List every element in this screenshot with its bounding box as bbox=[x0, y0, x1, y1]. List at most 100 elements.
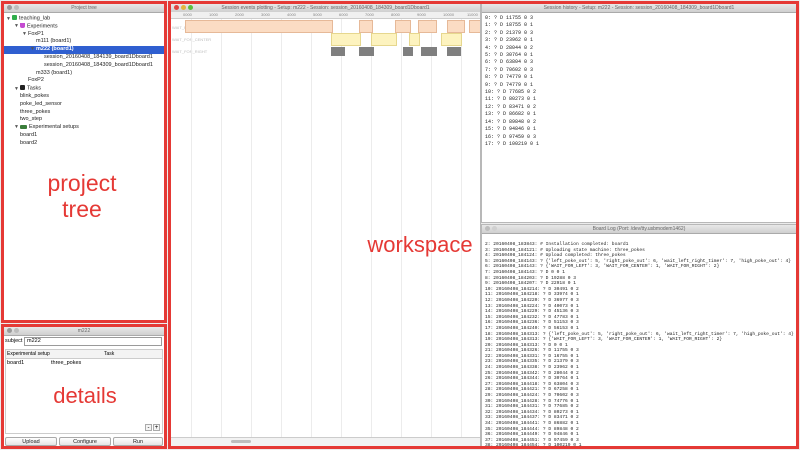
maximize-icon[interactable] bbox=[188, 5, 193, 10]
add-row-button[interactable]: + bbox=[153, 424, 160, 431]
tree-item-label: two_step bbox=[20, 116, 43, 123]
gridline bbox=[311, 19, 312, 437]
close-icon[interactable] bbox=[485, 226, 490, 231]
maximize-icon[interactable] bbox=[492, 226, 497, 231]
tree-item[interactable]: ▼ Experiments bbox=[4, 22, 164, 31]
tree-item-label: m111 (board1) bbox=[36, 38, 72, 45]
board-log-titlebar: Board Log (Port: /dev/tty.usbmodem1462) bbox=[482, 225, 796, 234]
tree-item-label: blink_pokes bbox=[20, 92, 50, 99]
plot-area[interactable] bbox=[171, 19, 480, 437]
tree-item[interactable]: ▼m222 (board1) bbox=[4, 46, 164, 54]
tree-item[interactable]: blink_pokes bbox=[4, 93, 164, 101]
session-history-title: Session history - Setup: m222 - Session:… bbox=[543, 5, 735, 11]
tree-item[interactable]: board1 bbox=[4, 132, 164, 140]
tree-item[interactable]: two_step bbox=[4, 116, 164, 124]
log-line: 10: ? D 77685 0 2 bbox=[485, 89, 537, 96]
tree-item[interactable]: m111 (board1) bbox=[4, 38, 164, 46]
event-block-left bbox=[447, 20, 465, 33]
tree-item-label: Experiments bbox=[27, 23, 58, 30]
tick-label: 0000 bbox=[183, 12, 192, 17]
tick-label: 6000 bbox=[339, 12, 348, 17]
tick-label: 4000 bbox=[287, 12, 296, 17]
log-line: 12: ? D 83471 0 2 bbox=[485, 103, 537, 110]
tree-item[interactable]: ▼FoxP1 bbox=[4, 31, 164, 39]
gridline bbox=[401, 19, 402, 437]
log-line: 4: ? D 28044 0 2 bbox=[485, 44, 534, 51]
log-line: 14: ? D 89848 0 2 bbox=[485, 118, 537, 125]
tree-item[interactable]: poke_led_sensor bbox=[4, 101, 164, 109]
close-icon[interactable] bbox=[174, 5, 179, 10]
tree-item[interactable]: board2 bbox=[4, 140, 164, 148]
gridline bbox=[191, 19, 192, 437]
gridline bbox=[341, 19, 342, 437]
scrollbar-thumb[interactable] bbox=[231, 440, 251, 443]
window-controls bbox=[7, 5, 21, 12]
gridline bbox=[281, 19, 282, 437]
tree-item[interactable]: ▼ Experimental setups bbox=[4, 124, 164, 132]
tree-item-label: FoxP1 bbox=[28, 30, 44, 37]
event-block-center bbox=[331, 33, 361, 46]
maximize-icon[interactable] bbox=[14, 5, 19, 10]
tree-item-label: board2 bbox=[20, 139, 38, 146]
remove-row-button[interactable]: - bbox=[145, 424, 152, 431]
tree-item-label: m333 (board1) bbox=[36, 69, 73, 76]
subject-input[interactable]: m222 bbox=[24, 337, 162, 346]
project-tree-annotation: project tree bbox=[47, 170, 117, 223]
session-plot-title: Session events plotting - Setup: m222 - … bbox=[221, 5, 430, 11]
subject-label: subject bbox=[5, 338, 23, 344]
tree-item-label: FoxP2 bbox=[28, 77, 44, 84]
tree-item[interactable]: three_pokes bbox=[4, 109, 164, 117]
configure-button[interactable]: Configure bbox=[59, 437, 111, 446]
tree-item[interactable]: session_20160408_184309_board1Dboard1 bbox=[4, 62, 164, 70]
tree-item-label: board1 bbox=[20, 131, 38, 138]
table-row[interactable]: board1 three_pokes bbox=[6, 359, 162, 367]
details-annotation: details bbox=[53, 383, 117, 408]
tree-item-label: three_pokes bbox=[20, 108, 51, 115]
session-history-titlebar: Session history - Setup: m222 - Session:… bbox=[482, 4, 796, 13]
close-icon[interactable] bbox=[7, 5, 12, 10]
log-line: 38: 20160408_184454: ? D 100219 0 1 bbox=[485, 443, 582, 447]
run-button[interactable]: Run bbox=[113, 437, 163, 446]
project-tree-titlebar: Project tree bbox=[4, 4, 164, 13]
close-icon[interactable] bbox=[7, 328, 12, 333]
tree-item[interactable]: m333 (board1) bbox=[4, 70, 164, 78]
minimize-icon[interactable] bbox=[181, 5, 186, 10]
plus-icon: + bbox=[154, 425, 159, 431]
log-line: 6: ? D 63804 0 3 bbox=[485, 59, 534, 66]
board-log[interactable]: 2: 20160408_183843: # Installation compl… bbox=[482, 234, 796, 447]
project-tree: ▼ teaching_lab ▼ Experiments ▼FoxP1 m111 (boa… bbox=[4, 13, 164, 148]
event-block-right bbox=[359, 47, 374, 56]
event-block-center bbox=[441, 33, 462, 46]
workspace-annotation: workspace bbox=[367, 232, 473, 257]
col-header-setup[interactable]: Experimental setup bbox=[7, 350, 50, 358]
event-block-left bbox=[359, 20, 373, 33]
tree-item-label: poke_led_sensor bbox=[20, 100, 62, 107]
log-line: 5: ? D 30764 0 1 bbox=[485, 52, 534, 59]
session-history-log[interactable]: 0: ? D 11755 0 3 1: ? D 18755 0 1 2: ? D 2… bbox=[482, 13, 796, 150]
tick-label: 11000 bbox=[467, 12, 478, 17]
event-block-right bbox=[331, 47, 345, 56]
log-line: 9: ? D 74779 0 1 bbox=[485, 81, 534, 88]
tick-label: 7000 bbox=[365, 12, 374, 17]
gridline bbox=[251, 19, 252, 437]
gridline bbox=[371, 19, 372, 437]
board-log-panel: Board Log (Port: /dev/tty.usbmodem1462) … bbox=[481, 224, 797, 447]
log-line: 1: ? D 18755 0 1 bbox=[485, 22, 534, 29]
tree-item-label: teaching_lab bbox=[19, 15, 51, 22]
window-controls bbox=[485, 226, 499, 233]
tree-item[interactable]: ▼ teaching_lab bbox=[4, 15, 164, 23]
col-header-task[interactable]: Task bbox=[104, 350, 114, 358]
maximize-icon[interactable] bbox=[14, 328, 19, 333]
tree-item[interactable]: session_20160408_184139_board1Dboard1 bbox=[4, 54, 164, 62]
details-title: m222 bbox=[77, 328, 91, 334]
tree-item[interactable]: FoxP2 bbox=[4, 77, 164, 85]
horizontal-scrollbar[interactable] bbox=[171, 437, 480, 446]
subject-value: m222 bbox=[27, 338, 41, 344]
setup-icon bbox=[20, 124, 27, 129]
upload-button[interactable]: Upload bbox=[5, 437, 57, 446]
tick-label: 8000 bbox=[391, 12, 400, 17]
event-block-center bbox=[371, 33, 397, 46]
log-line: 8: ? D 74779 0 1 bbox=[485, 74, 534, 81]
event-block-left bbox=[395, 20, 411, 33]
tree-item[interactable]: ▼ Tasks bbox=[4, 85, 164, 93]
